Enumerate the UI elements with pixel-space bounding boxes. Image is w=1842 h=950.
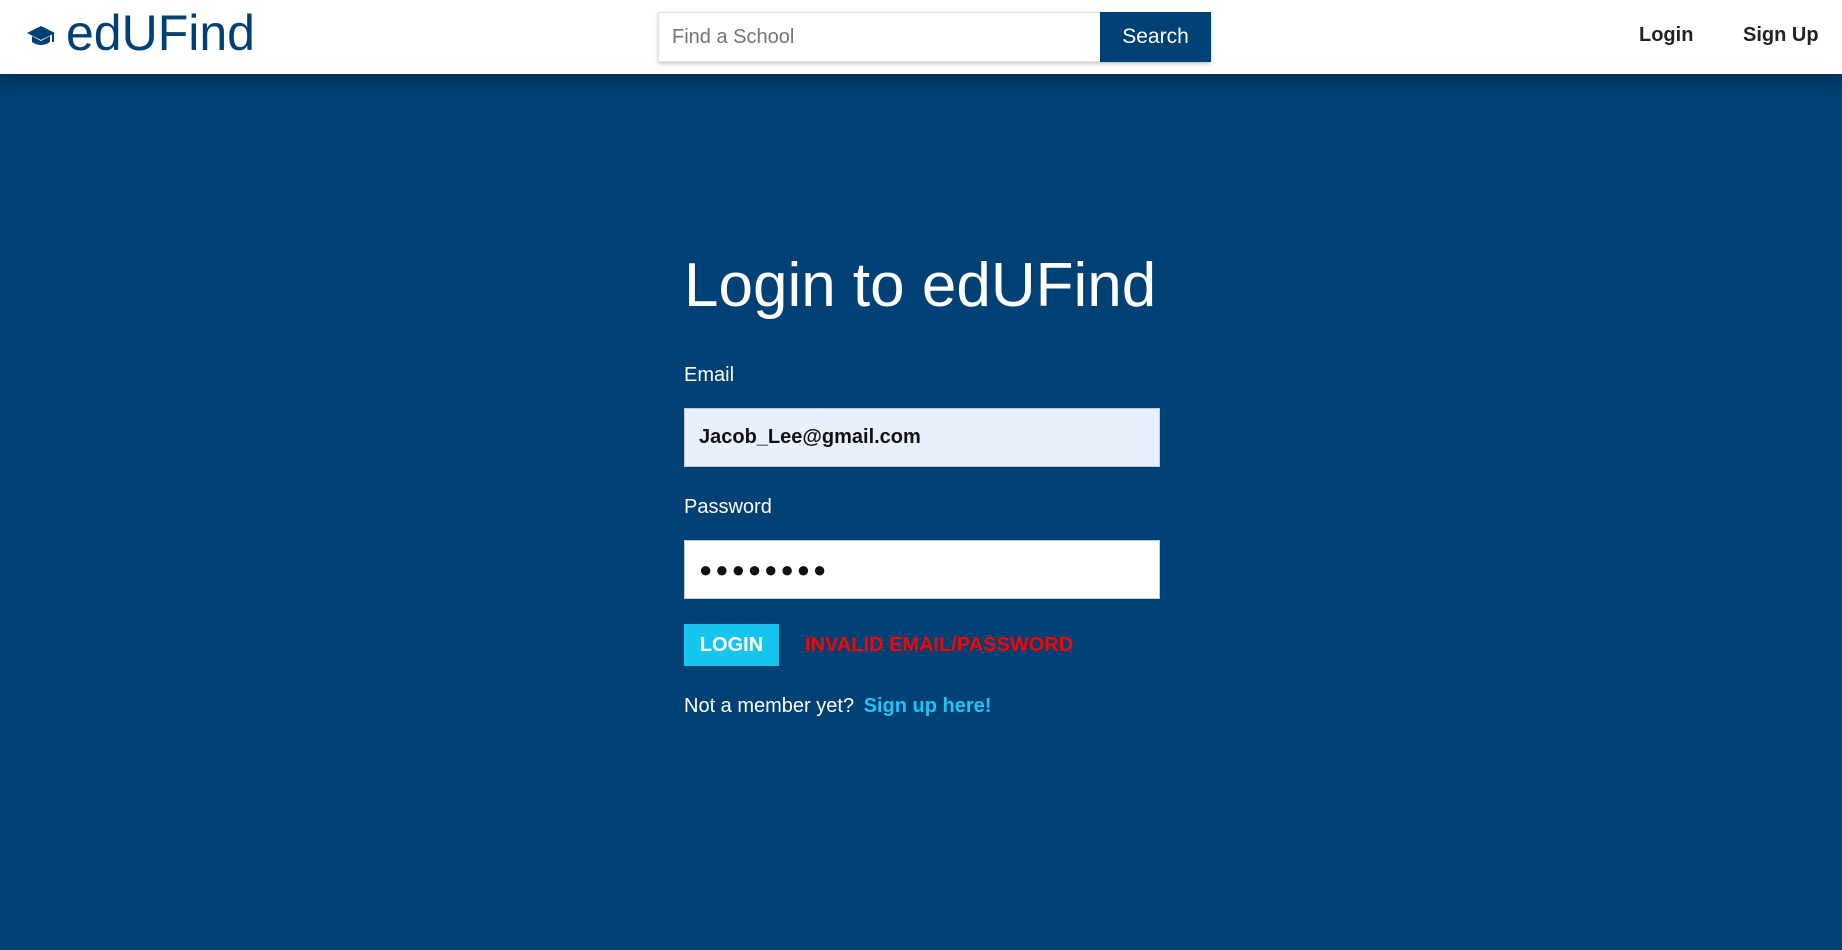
password-field[interactable] <box>684 540 1160 599</box>
top-navbar: edUFind Search Login Sign Up <box>0 0 1842 74</box>
page-title: Login to edUFind <box>684 251 1157 320</box>
search-input[interactable] <box>658 12 1100 62</box>
email-label: Email <box>684 364 735 386</box>
password-label: Password <box>684 496 772 518</box>
brand-logo-link[interactable]: edUFind <box>26 2 255 64</box>
graduation-cap-icon <box>26 23 56 49</box>
signup-prompt-text: Not a member yet? <box>684 695 855 717</box>
nav-login-link[interactable]: Login <box>1639 24 1693 47</box>
signup-link[interactable]: Sign up here! <box>864 695 992 717</box>
signup-prompt-row: Not a member yet? Sign up here! <box>684 695 1160 718</box>
login-button[interactable]: LOGIN <box>684 624 779 666</box>
login-actions: LOGIN INVALID EMAIL/PASSWORD <box>684 624 1160 666</box>
login-error-message: INVALID EMAIL/PASSWORD <box>805 633 1074 656</box>
search-bar: Search <box>658 12 1211 62</box>
email-field[interactable] <box>684 408 1160 467</box>
search-button[interactable]: Search <box>1100 12 1211 62</box>
nav-signup-link[interactable]: Sign Up <box>1743 24 1819 47</box>
login-form: Login to edUFind Email Password LOGIN IN… <box>684 255 1160 718</box>
brand-name: edUFind <box>66 5 255 61</box>
